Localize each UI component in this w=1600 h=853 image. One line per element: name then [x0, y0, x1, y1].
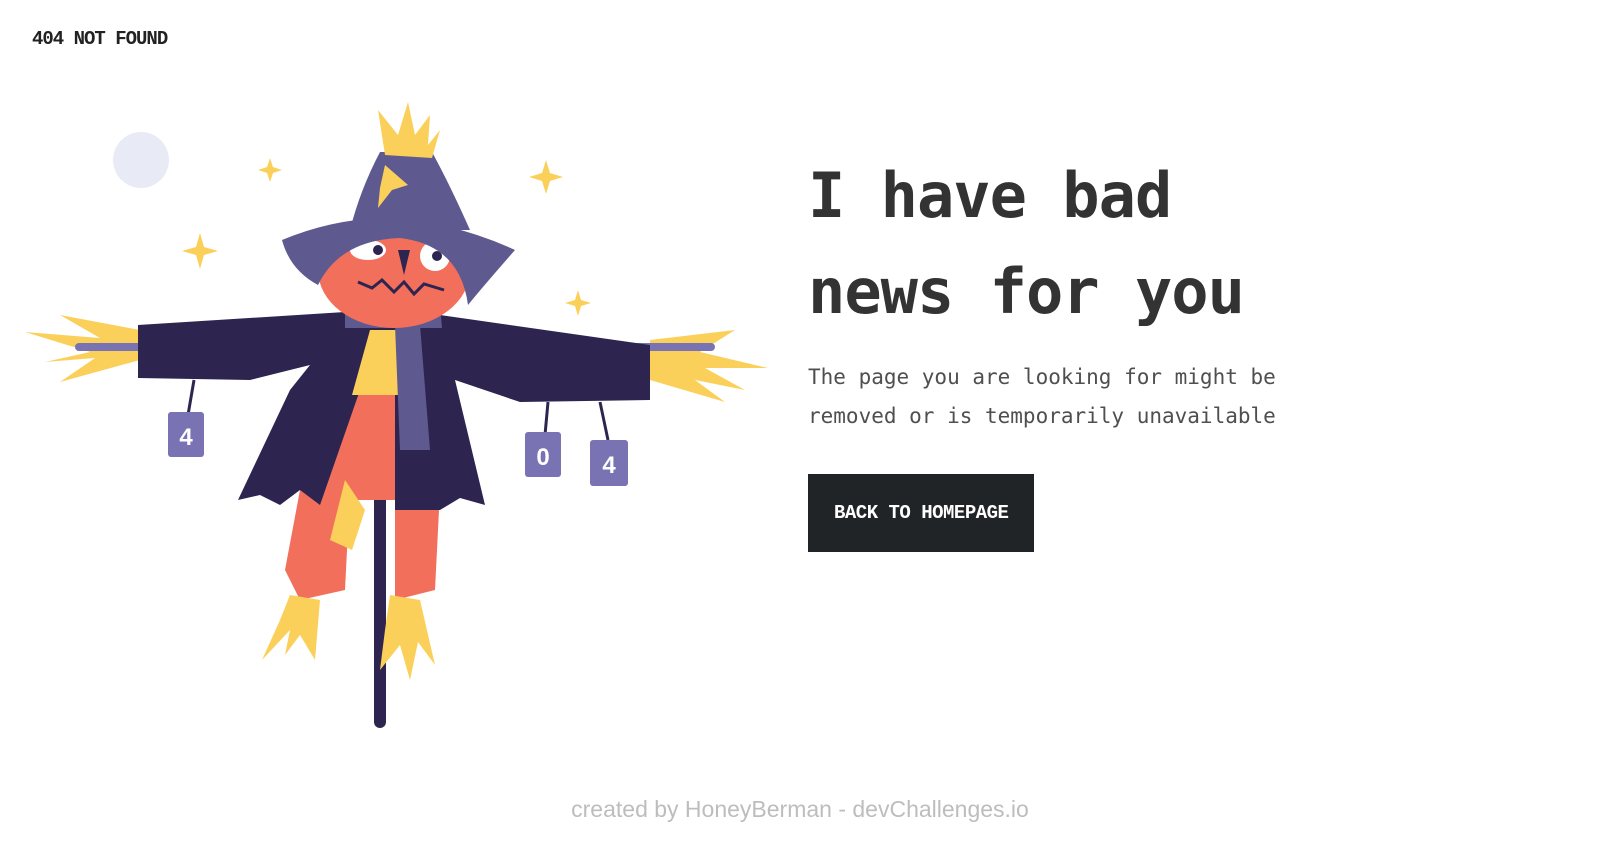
headline-line-2: news for you: [808, 255, 1245, 328]
pole-shape: [374, 460, 386, 728]
can-right: 4: [590, 440, 628, 486]
page-headline: I have bad news for you: [808, 148, 1328, 340]
error-message: The page you are looking for might be re…: [808, 365, 1276, 428]
moon-shape: [113, 132, 169, 188]
can-middle-digit: 0: [536, 444, 549, 471]
scarecrow-illustration: 4 0 4: [0, 90, 800, 750]
can-left-digit: 4: [179, 424, 193, 451]
can-right-digit: 4: [602, 452, 616, 479]
can-left: 4: [168, 412, 204, 457]
brand-title: 404 NOT FOUND: [32, 28, 168, 50]
hat-straw: [378, 102, 440, 158]
back-to-homepage-button[interactable]: BACK TO HOMEPAGE: [808, 474, 1035, 552]
can-middle: 0: [525, 432, 561, 477]
headline-line-1: I have bad: [808, 159, 1172, 232]
main-content: I have bad news for you The page you are…: [808, 148, 1328, 552]
footer-credit: created by HoneyBerman - devChallenges.i…: [571, 796, 1029, 822]
right-straw-hand: [650, 330, 768, 402]
